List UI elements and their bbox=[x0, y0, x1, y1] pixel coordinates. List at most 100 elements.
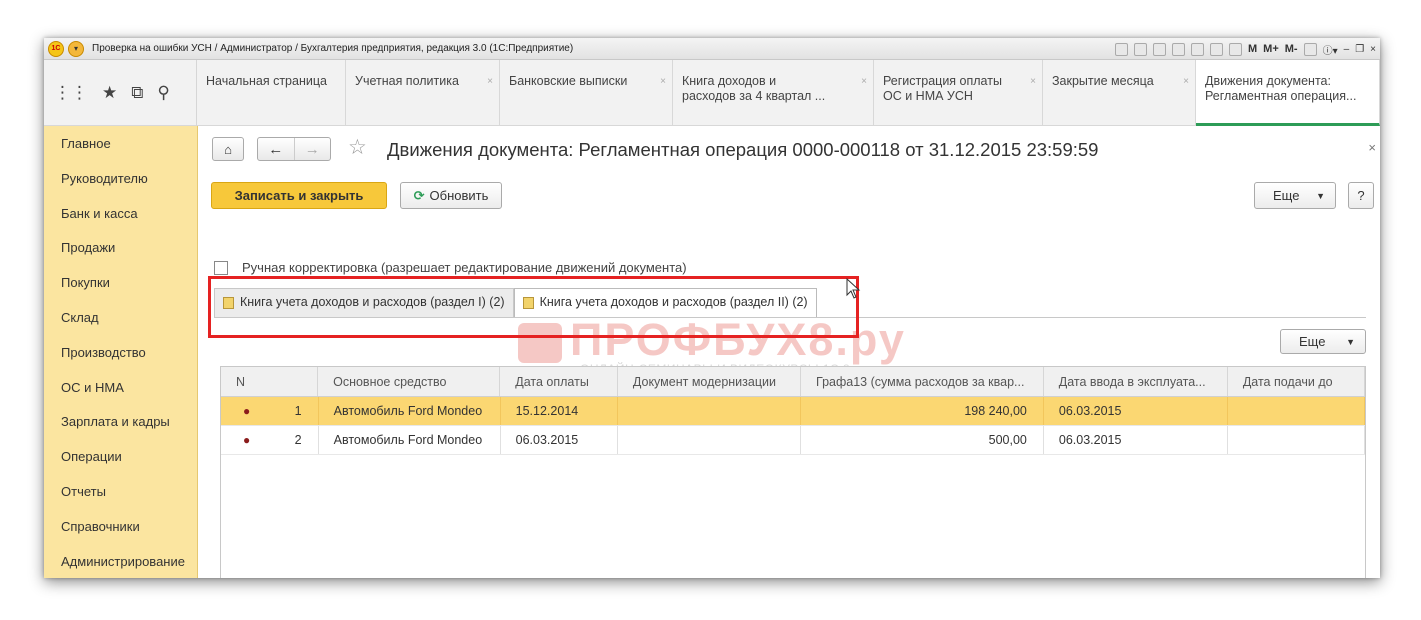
help-button[interactable]: ? bbox=[1348, 182, 1374, 209]
asset-cell[interactable]: Автомобиль Ford Mondeo bbox=[319, 426, 501, 454]
mouse-cursor-icon bbox=[846, 278, 861, 299]
close-tab-icon[interactable]: × bbox=[487, 74, 493, 89]
memory-plus-button[interactable]: M+ bbox=[1263, 43, 1279, 55]
forward-arrow-icon[interactable]: → bbox=[293, 138, 331, 160]
top-panel: ⋮⋮ ★ ⧉ ⚲ Начальная страница Учетная поли… bbox=[44, 60, 1380, 126]
column-header[interactable]: Дата оплаты bbox=[500, 367, 618, 396]
table-header: N Основное средство Дата оплаты Документ… bbox=[221, 367, 1365, 397]
sidebar-item-warehouse[interactable]: Склад bbox=[44, 300, 197, 335]
favorite-star-icon[interactable]: ☆ bbox=[348, 135, 367, 160]
open-tabs: Начальная страница Учетная политика × Бан… bbox=[197, 60, 1380, 126]
title-bar: 1С ▾ Проверка на ошибки УСН / Администра… bbox=[44, 38, 1380, 60]
tab-label: Учетная политика bbox=[355, 74, 459, 88]
close-tab-icon[interactable]: × bbox=[660, 74, 666, 89]
column-header[interactable]: Графа13 (сумма расходов за квар... bbox=[801, 367, 1044, 396]
memory-minus-button[interactable]: M- bbox=[1285, 43, 1298, 55]
print-icon[interactable] bbox=[1134, 42, 1147, 56]
memory-button[interactable]: M bbox=[1248, 43, 1257, 55]
window-layout-icon[interactable] bbox=[1303, 42, 1317, 56]
sidebar-item-manager[interactable]: Руководителю bbox=[44, 161, 197, 196]
tab-income-book-section-2[interactable]: Книга учета доходов и расходов (раздел I… bbox=[513, 288, 817, 318]
tab-document-movements[interactable]: Движения документа: Регламентная операци… bbox=[1196, 60, 1380, 126]
column-header[interactable]: Дата ввода в эксплуата... bbox=[1044, 367, 1228, 396]
more-label: Еще bbox=[1299, 334, 1326, 349]
sidebar-item-reports[interactable]: Отчеты bbox=[44, 474, 197, 509]
close-tab-icon[interactable]: × bbox=[1183, 74, 1189, 89]
tab-accounting-policy[interactable]: Учетная политика × bbox=[346, 60, 500, 126]
close-window-icon[interactable]: × bbox=[1370, 44, 1376, 55]
sidebar-item-bank[interactable]: Банк и касса bbox=[44, 196, 197, 231]
tab-label: Книга учета доходов и расходов (раздел I… bbox=[240, 295, 505, 309]
calculator-icon[interactable] bbox=[1229, 42, 1242, 56]
favorites-icon[interactable] bbox=[1172, 42, 1185, 56]
submission-date-cell[interactable] bbox=[1228, 426, 1365, 454]
asset-cell[interactable]: Автомобиль Ford Mondeo bbox=[319, 397, 501, 425]
tab-income-book-section-1[interactable]: Книга учета доходов и расходов (раздел I… bbox=[214, 288, 514, 318]
modernization-doc-cell[interactable] bbox=[618, 426, 802, 454]
record-marker-icon: ● bbox=[243, 404, 251, 418]
column-header[interactable]: Дата подачи до bbox=[1228, 367, 1365, 396]
home-button[interactable]: ⌂ bbox=[212, 137, 244, 161]
tab-income-book[interactable]: Книга доходов и расходов за 4 квартал ..… bbox=[673, 60, 874, 126]
manual-edit-checkbox[interactable] bbox=[214, 261, 228, 275]
record-marker-icon: ● bbox=[243, 433, 251, 447]
app-window: 1С ▾ Проверка на ошибки УСН / Администра… bbox=[44, 38, 1380, 578]
tab-home[interactable]: Начальная страница bbox=[197, 60, 346, 126]
sidebar-item-sales[interactable]: Продажи bbox=[44, 230, 197, 265]
close-form-icon[interactable]: × bbox=[1368, 140, 1376, 155]
1c-logo-icon[interactable]: 1С bbox=[48, 40, 64, 57]
commission-date-cell[interactable]: 06.03.2015 bbox=[1044, 397, 1228, 425]
pay-date-cell[interactable]: 06.03.2015 bbox=[501, 426, 619, 454]
tab-month-close[interactable]: Закрытие месяца × bbox=[1043, 60, 1196, 126]
save-and-close-button[interactable]: Записать и закрыть bbox=[211, 182, 387, 209]
apps-grid-icon[interactable]: ⋮⋮ bbox=[54, 83, 88, 103]
more-button[interactable]: Еще ▼ bbox=[1254, 182, 1336, 209]
column-header[interactable]: N bbox=[221, 367, 319, 396]
tab-label: Банковские выписки bbox=[509, 74, 628, 88]
favorites-star-icon[interactable]: ★ bbox=[102, 83, 117, 103]
column-header[interactable]: Основное средство bbox=[318, 367, 501, 396]
history-icon[interactable]: ⧉ bbox=[131, 83, 143, 103]
sidebar-item-production[interactable]: Производство bbox=[44, 335, 197, 370]
table-icon[interactable] bbox=[1210, 42, 1223, 56]
chevron-down-icon: ▼ bbox=[1316, 190, 1325, 201]
chevron-down-icon: ▼ bbox=[1346, 336, 1355, 347]
column-header[interactable]: Документ модернизации bbox=[618, 367, 801, 396]
table-more-button[interactable]: Еще ▼ bbox=[1280, 329, 1366, 354]
expense-sum-cell[interactable]: 198 240,00 bbox=[801, 397, 1044, 425]
preview-icon[interactable] bbox=[1153, 42, 1166, 56]
tab-label: Начальная страница bbox=[206, 74, 327, 88]
sidebar-item-fixed-assets[interactable]: ОС и НМА bbox=[44, 370, 197, 405]
main-menu-icon[interactable]: ▾ bbox=[68, 40, 84, 57]
watermark-logo bbox=[518, 323, 562, 364]
title-tools: M M+ M- ⓘ▾ – ❐ × bbox=[1115, 38, 1380, 60]
sidebar-item-main[interactable]: Главное bbox=[44, 126, 197, 161]
sidebar-item-administration[interactable]: Администрирование bbox=[44, 544, 197, 578]
save-icon[interactable] bbox=[1115, 42, 1128, 56]
register-icon bbox=[223, 297, 234, 309]
submission-date-cell[interactable] bbox=[1228, 397, 1365, 425]
sidebar-item-catalogs[interactable]: Справочники bbox=[44, 509, 197, 544]
search-icon[interactable]: ⚲ bbox=[157, 83, 169, 103]
expense-sum-cell[interactable]: 500,00 bbox=[801, 426, 1044, 454]
tab-asset-payment[interactable]: Регистрация оплаты ОС и НМА УСН × bbox=[874, 60, 1043, 126]
pay-date-cell[interactable]: 15.12.2014 bbox=[501, 397, 619, 425]
table-row[interactable]: ● 2 Автомобиль Ford Mondeo 06.03.2015 500… bbox=[221, 426, 1365, 455]
window-title: Проверка на ошибки УСН / Администратор /… bbox=[92, 43, 574, 54]
register-tabs: Книга учета доходов и расходов (раздел I… bbox=[214, 288, 817, 318]
calendar-icon[interactable] bbox=[1191, 42, 1204, 56]
close-tab-icon[interactable]: × bbox=[861, 74, 867, 89]
restore-icon[interactable]: ❐ bbox=[1355, 44, 1364, 55]
commission-date-cell[interactable]: 06.03.2015 bbox=[1044, 426, 1228, 454]
sidebar-item-purchases[interactable]: Покупки bbox=[44, 265, 197, 300]
refresh-button[interactable]: ⟳ Обновить bbox=[400, 182, 502, 209]
sidebar-item-payroll[interactable]: Зарплата и кадры bbox=[44, 404, 197, 439]
table-row[interactable]: ● 1 Автомобиль Ford Mondeo 15.12.2014 198… bbox=[221, 397, 1365, 426]
tab-bank-statements[interactable]: Банковские выписки × bbox=[500, 60, 673, 126]
modernization-doc-cell[interactable] bbox=[618, 397, 802, 425]
close-tab-icon[interactable]: × bbox=[1030, 74, 1036, 89]
sidebar-item-operations[interactable]: Операции bbox=[44, 439, 197, 474]
back-arrow-icon[interactable]: ← bbox=[258, 138, 294, 160]
info-icon[interactable]: ⓘ▾ bbox=[1323, 42, 1338, 57]
minimize-icon[interactable]: – bbox=[1344, 44, 1350, 55]
